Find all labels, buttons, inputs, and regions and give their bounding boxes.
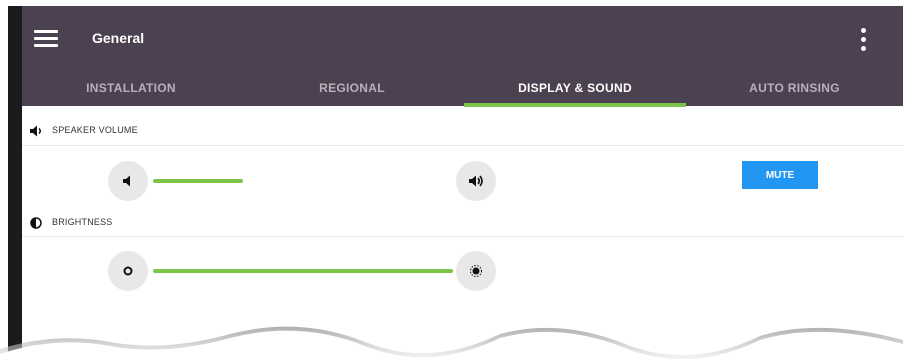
brightness-header: BRIGHTNESS — [22, 212, 903, 236]
brightness-up-button[interactable] — [456, 251, 496, 291]
app-bar: General INSTALLATION REGIONAL DISPLAY & … — [22, 6, 903, 106]
tab-regional[interactable]: REGIONAL — [240, 74, 464, 106]
mute-button[interactable]: MUTE — [742, 161, 818, 189]
overflow-menu-icon[interactable] — [860, 28, 868, 54]
tab-installation[interactable]: INSTALLATION — [22, 74, 240, 106]
brightness-label: BRIGHTNESS — [52, 217, 113, 227]
active-tab-indicator — [464, 103, 686, 107]
speaker-volume-label: SPEAKER VOLUME — [52, 125, 138, 135]
divider — [22, 145, 903, 146]
brightness-icon — [30, 217, 42, 229]
speaker-volume-header: SPEAKER VOLUME — [22, 120, 903, 144]
tab-bar: INSTALLATION REGIONAL DISPLAY & SOUND AU… — [22, 74, 903, 106]
menu-icon[interactable] — [34, 30, 58, 48]
brightness-down-button[interactable] — [108, 251, 148, 291]
volume-slider[interactable] — [153, 179, 243, 183]
volume-up-icon — [469, 175, 483, 187]
page-title: General — [92, 30, 145, 46]
tab-auto-rinsing[interactable]: AUTO RINSING — [686, 74, 903, 106]
tab-display-sound[interactable]: DISPLAY & SOUND — [464, 74, 686, 106]
brightness-slider[interactable] — [153, 269, 453, 273]
brightness-high-icon — [470, 265, 482, 277]
volume-down-button[interactable] — [108, 161, 148, 201]
torn-edge — [0, 326, 903, 364]
divider — [22, 236, 903, 237]
volume-down-icon — [123, 175, 130, 187]
volume-up-button[interactable] — [456, 161, 496, 201]
speaker-icon — [30, 125, 41, 137]
brightness-low-icon — [123, 266, 133, 276]
